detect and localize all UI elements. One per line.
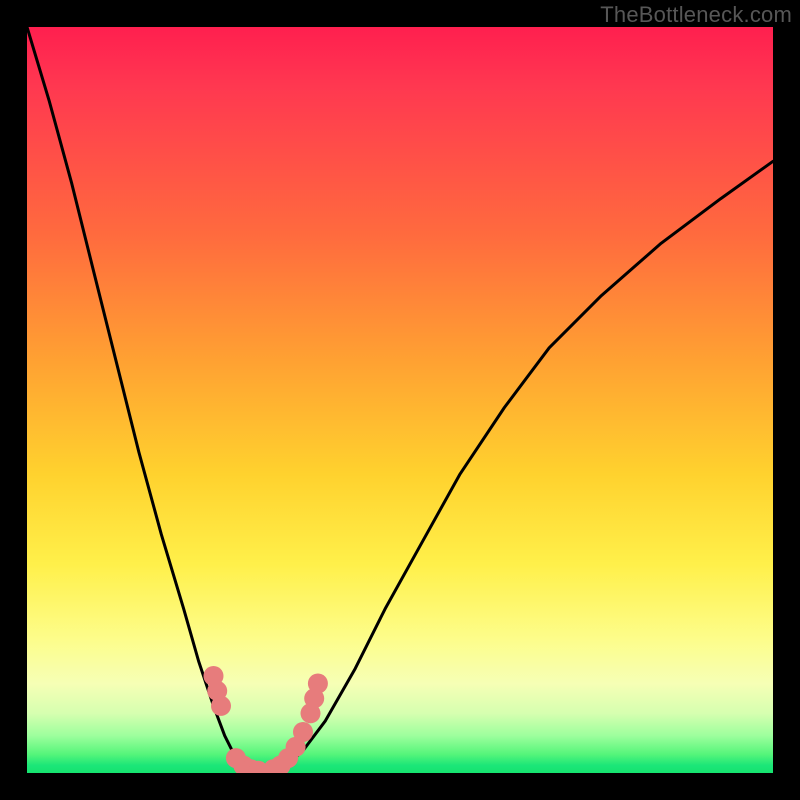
series-curve: [27, 27, 773, 773]
plot-area: [27, 27, 773, 773]
watermark-text: TheBottleneck.com: [600, 2, 792, 28]
chart-svg: [27, 27, 773, 773]
marker-trough-right: [293, 722, 313, 742]
marker-cluster-left: [211, 696, 231, 716]
marker-cluster-right: [308, 674, 328, 694]
chart-frame: TheBottleneck.com: [0, 0, 800, 800]
